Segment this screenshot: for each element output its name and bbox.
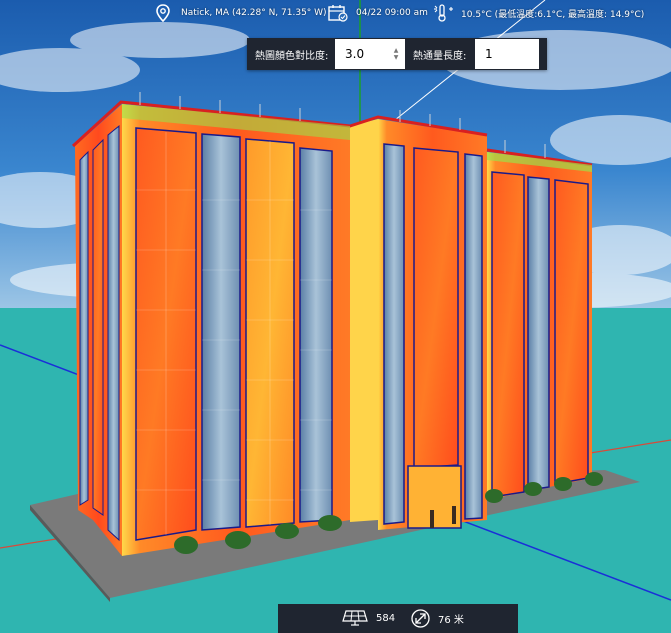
3d-scene-viewport[interactable] (0, 0, 671, 633)
solar-panel-icon (342, 610, 368, 626)
distance-text: 76 米 (438, 615, 464, 626)
side-window (79, 150, 89, 506)
panel-count: 584 (376, 613, 396, 624)
location-text: Natick, MA (42.28° N, 71.35° W) (181, 8, 327, 18)
side-window (92, 138, 104, 516)
thermometer-sun-icon[interactable] (433, 4, 455, 22)
location-pin-icon[interactable] (155, 4, 171, 22)
calendar-icon[interactable] (328, 4, 348, 22)
building-central-bay (350, 119, 378, 522)
spin-up-icon[interactable]: ▲ (394, 47, 399, 54)
datetime-text: 04/22 09:00 am (356, 8, 428, 18)
top-info-bar: Natick, MA (42.28° N, 71.35° W) 04/22 09… (0, 0, 671, 26)
heatmap-ratio-spinner[interactable]: ▲ ▼ (390, 39, 402, 69)
facade-windows-right (491, 171, 589, 498)
spin-down-icon[interactable]: ▼ (394, 54, 399, 61)
bottom-status-bar: 584 76 米 (278, 604, 518, 633)
heatmap-ratio-label: 熱圖顏色對比度: (255, 50, 329, 62)
resize-arrow-icon (411, 609, 430, 628)
side-window (107, 124, 120, 542)
weather-text: 10.5°C (最低溫度:6.1°C, 最高溫度: 14.9°C) (461, 9, 645, 20)
flux-length-label: 熱通量長度: (413, 50, 467, 62)
flux-length-input[interactable] (475, 39, 539, 69)
heatmap-settings-panel: 熱圖顏色對比度: ▲ ▼ 熱通量長度: (247, 38, 547, 70)
